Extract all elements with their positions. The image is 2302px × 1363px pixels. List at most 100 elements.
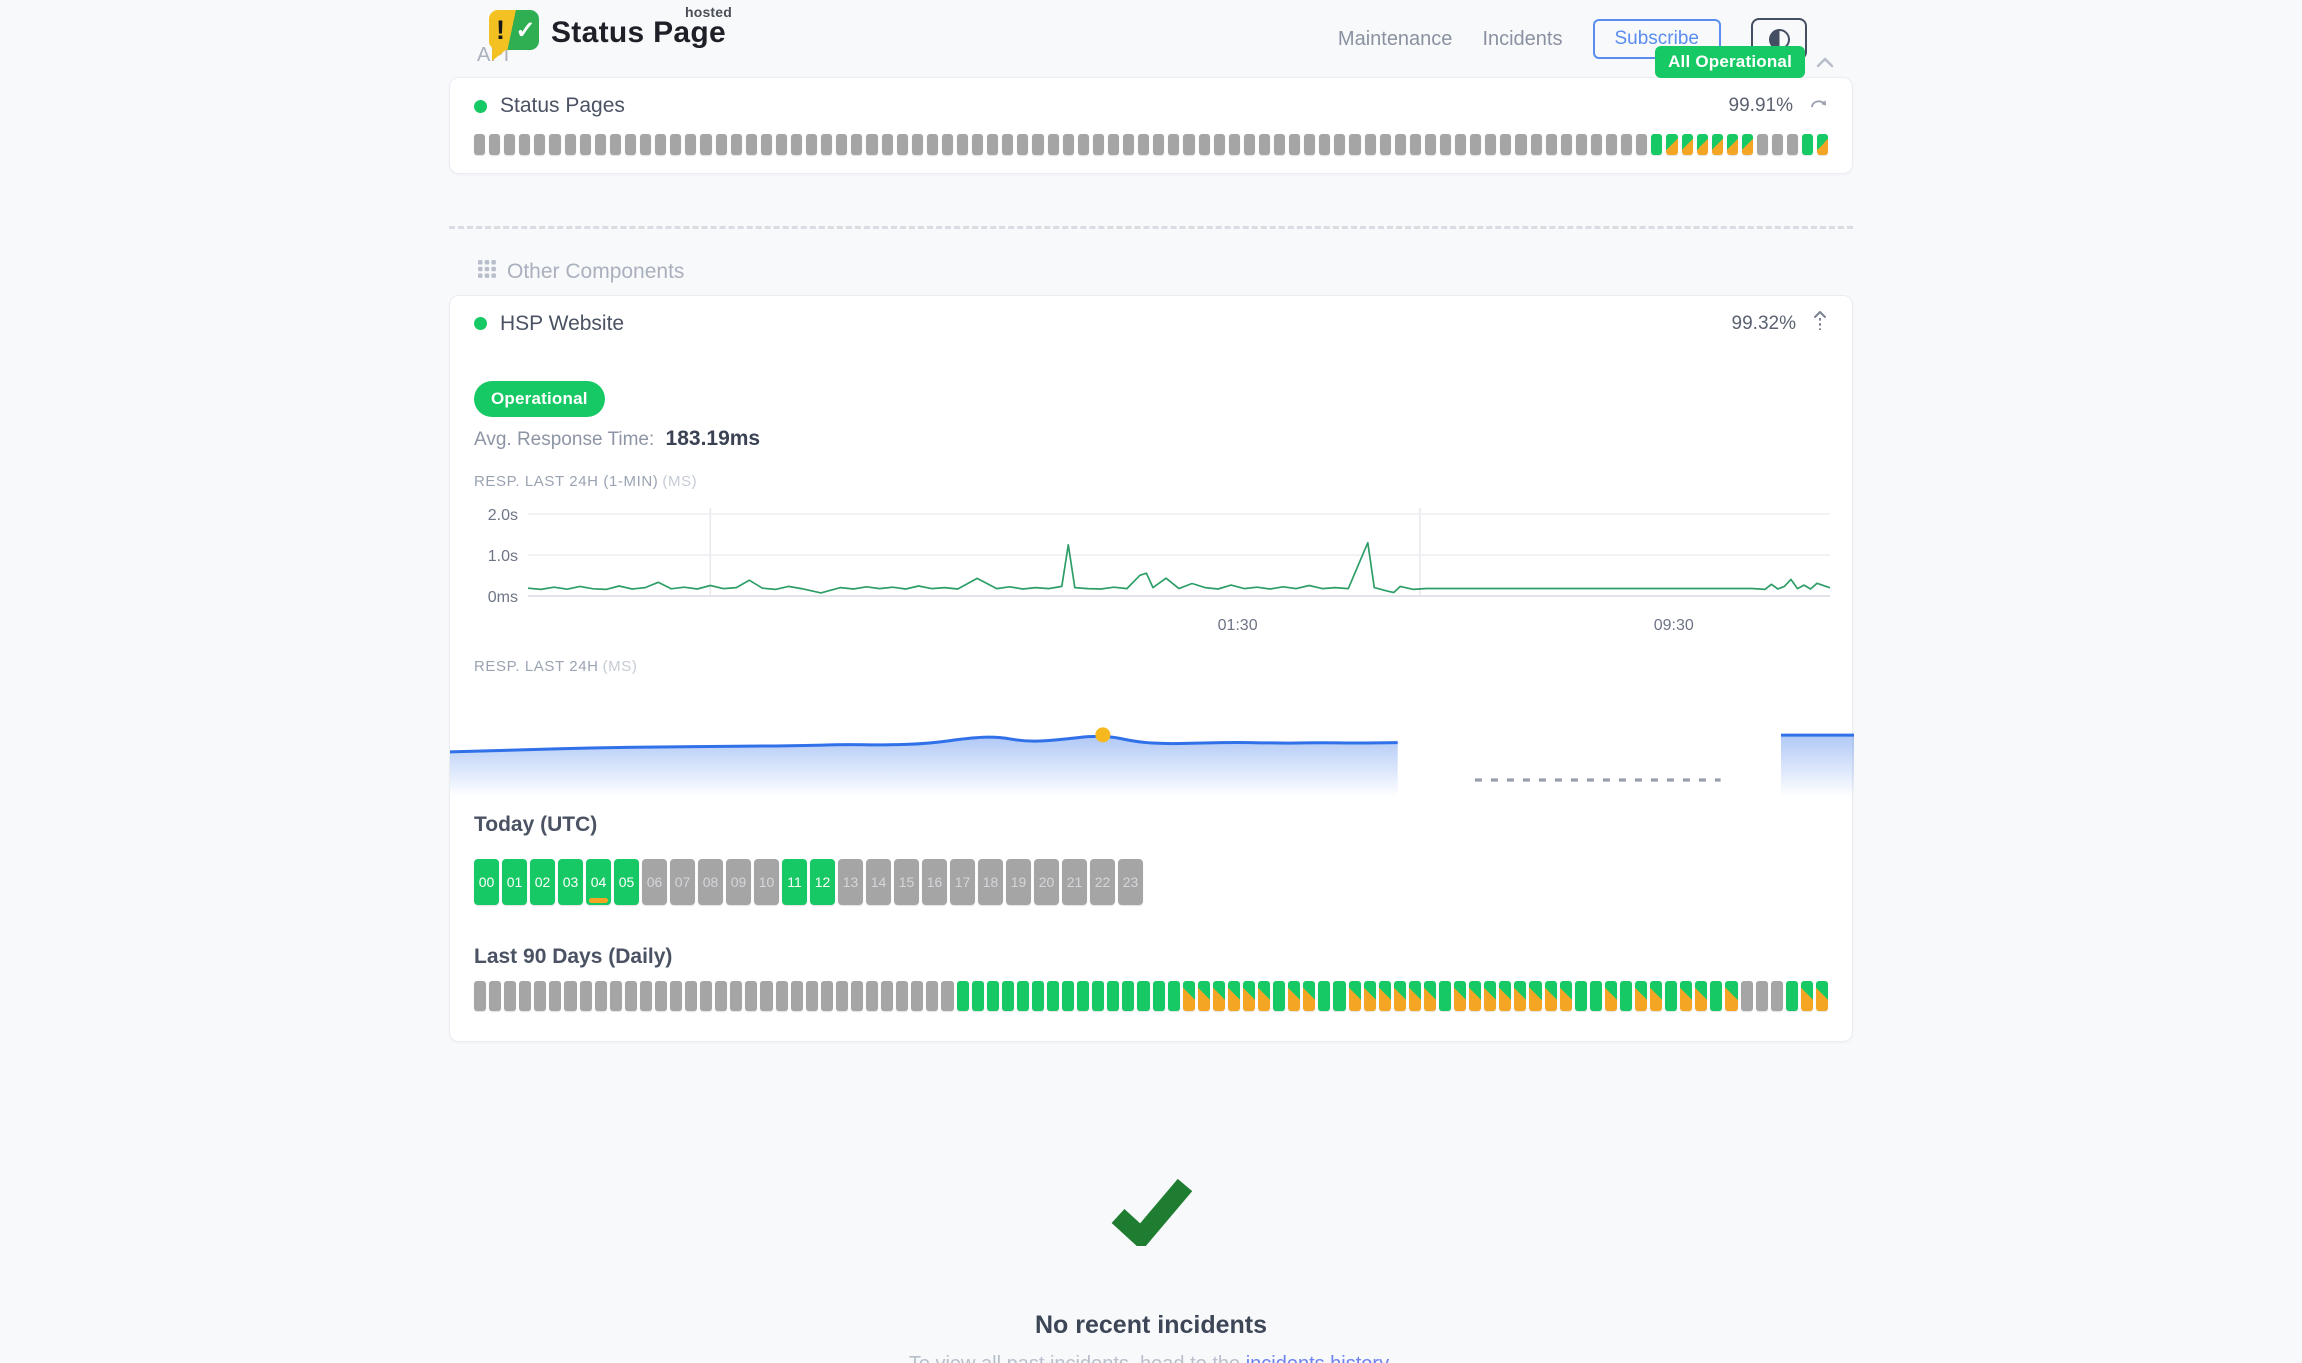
logo-bubble-tail — [492, 49, 507, 61]
hour-block-05: 05 — [614, 859, 639, 905]
daily-status-block — [1258, 981, 1270, 1011]
status-page: ! ✓ Status Page hosted Maintenance Incid… — [449, 0, 1853, 1363]
daily-status-block — [1183, 981, 1195, 1011]
content: API Status Pages 99.91% — [449, 0, 1853, 1363]
response-line-chart: 2.0s1.0s0ms01:3009:30 — [474, 498, 1830, 638]
avg-response-label: Avg. Response Time: — [474, 429, 654, 450]
daily-status-block — [595, 981, 607, 1011]
hour-block-06: 06 — [642, 859, 667, 905]
daily-status-block — [1816, 981, 1828, 1011]
component-header-row[interactable]: Status Pages 99.91% — [474, 94, 1828, 118]
uptime-day-block — [1319, 134, 1330, 155]
incidents-history-link[interactable]: incidents history — [1246, 1353, 1388, 1363]
daily-status-block — [1560, 981, 1572, 1011]
svg-text:0ms: 0ms — [488, 589, 518, 606]
hour-label: 17 — [955, 874, 971, 890]
daily-status-block — [1394, 981, 1406, 1011]
uptime-day-block — [534, 134, 545, 155]
hour-block-09: 09 — [726, 859, 751, 905]
component-header-row[interactable]: HSP Website 99.32% — [474, 310, 1828, 337]
uptime-day-block — [1485, 134, 1496, 155]
chevron-up-icon[interactable] — [1815, 56, 1835, 68]
component-name: HSP Website — [500, 312, 624, 336]
nav-incidents[interactable]: Incidents — [1482, 28, 1562, 51]
hour-label: 14 — [871, 874, 887, 890]
brand-name: Status Page hosted — [551, 16, 726, 50]
hour-block-17: 17 — [950, 859, 975, 905]
hour-label: 03 — [563, 874, 579, 890]
hour-label: 02 — [535, 874, 551, 890]
uptime-day-block — [1138, 134, 1149, 155]
uptime-day-block — [625, 134, 636, 155]
svg-text:09:30: 09:30 — [1654, 617, 1694, 634]
hour-label: 11 — [787, 874, 802, 890]
daily-status-block — [1047, 981, 1059, 1011]
uptime-day-block — [1032, 134, 1043, 155]
uptime-day-block — [565, 134, 576, 155]
uptime-day-block — [1455, 134, 1466, 155]
uptime-day-block — [851, 134, 862, 155]
uptime-day-block — [1425, 134, 1436, 155]
hour-label: 09 — [731, 874, 747, 890]
uptime-day-block — [1349, 134, 1360, 155]
today-hours-bar: 0001020304050607080910111213141516171819… — [474, 859, 1828, 905]
last-90-days-bar — [474, 981, 1828, 1011]
uptime-day-block — [1591, 134, 1602, 155]
daily-status-block — [1605, 981, 1617, 1011]
daily-status-block — [760, 981, 772, 1011]
daily-status-block — [926, 981, 938, 1011]
hour-label: 08 — [703, 874, 719, 890]
uptime-day-block — [806, 134, 817, 155]
daily-status-block — [1062, 981, 1074, 1011]
global-status-row: All Operational — [1655, 46, 1835, 78]
check-glyph: ✓ — [512, 16, 539, 45]
daily-status-block — [1077, 981, 1089, 1011]
uptime-day-block — [1289, 134, 1300, 155]
component-name: Status Pages — [500, 94, 625, 118]
hour-block-20: 20 — [1034, 859, 1059, 905]
hour-block-21: 21 — [1062, 859, 1087, 905]
uptime-day-block — [1229, 134, 1240, 155]
hour-block-16: 16 — [922, 859, 947, 905]
hour-block-12: 12 — [810, 859, 835, 905]
daily-status-block — [1590, 981, 1602, 1011]
refresh-arrow-icon[interactable] — [1809, 96, 1828, 116]
daily-status-block — [489, 981, 501, 1011]
uptime-day-block — [912, 134, 923, 155]
uptime-day-block — [1410, 134, 1421, 155]
hour-label: 21 — [1067, 874, 1083, 890]
daily-status-block — [866, 981, 878, 1011]
uptime-day-block — [1727, 134, 1738, 155]
avg-response-value: 183.19ms — [666, 427, 761, 450]
uptime-day-block — [1274, 134, 1285, 155]
uptime-day-block — [776, 134, 787, 155]
daily-status-block — [1665, 981, 1677, 1011]
hour-block-19: 19 — [1006, 859, 1031, 905]
uptime-day-block — [1214, 134, 1225, 155]
chart-marker-dot[interactable] — [1095, 727, 1110, 742]
status-badge: All Operational — [1655, 46, 1805, 78]
daily-status-block — [1756, 981, 1768, 1011]
daily-status-block — [1213, 981, 1225, 1011]
chart-label-resp-1min: RESP. LAST 24H (1-MIN)(MS) — [474, 473, 1828, 490]
uptime-day-block — [821, 134, 832, 155]
hour-label: 10 — [759, 874, 775, 890]
hour-block-01: 01 — [502, 859, 527, 905]
hour-block-13: 13 — [838, 859, 863, 905]
nav-maintenance[interactable]: Maintenance — [1338, 28, 1453, 51]
daily-status-block — [806, 981, 818, 1011]
arrow-up-dashed-icon[interactable] — [1812, 310, 1828, 337]
logo[interactable]: ! ✓ Status Page hosted — [489, 10, 726, 52]
uptime-day-block — [1440, 134, 1451, 155]
hour-block-03: 03 — [558, 859, 583, 905]
uptime-day-block — [1048, 134, 1059, 155]
daily-status-block — [1107, 981, 1119, 1011]
daily-status-block — [580, 981, 592, 1011]
daily-status-block — [655, 981, 667, 1011]
uptime-day-block — [655, 134, 666, 155]
hour-label: 01 — [507, 874, 523, 890]
hour-label: 04 — [591, 874, 607, 890]
uptime-day-block — [1380, 134, 1391, 155]
daily-status-block — [474, 981, 486, 1011]
uptime-day-block — [474, 134, 485, 155]
